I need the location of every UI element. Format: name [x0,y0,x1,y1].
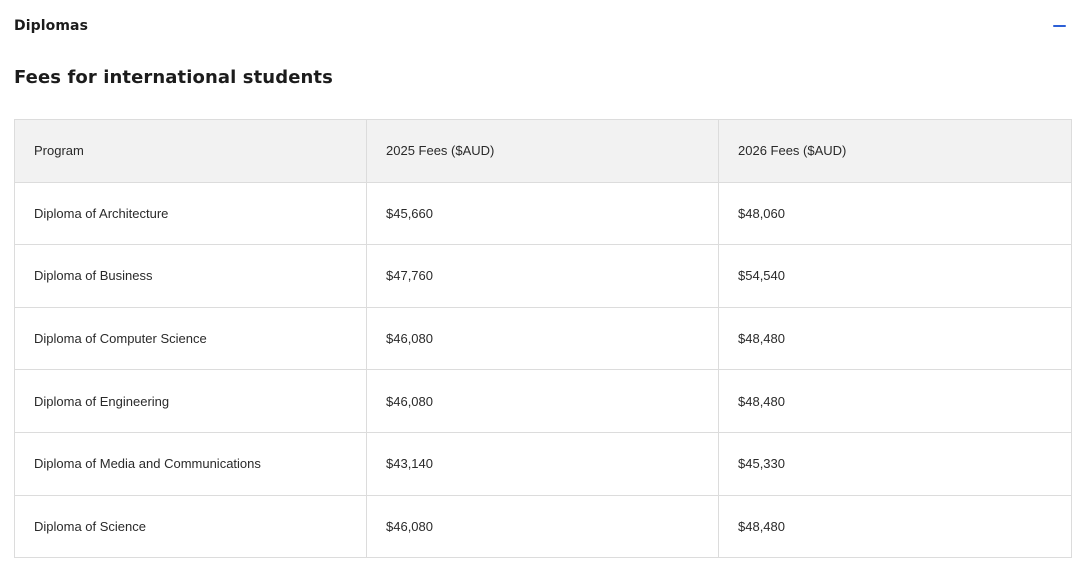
table-header-row: Program 2025 Fees ($AUD) 2026 Fees ($AUD… [14,119,1072,183]
column-header-2026-fees: 2026 Fees ($AUD) [718,119,1072,183]
section-heading: Fees for international students [14,67,333,88]
program-cell: Diploma of Business [14,244,367,308]
column-header-2025-fees: 2025 Fees ($AUD) [366,119,719,183]
fee-2026-cell: $48,480 [718,369,1072,433]
fee-2025-cell: $46,080 [366,306,719,371]
fee-2026-cell: $48,480 [718,494,1072,559]
program-cell: Diploma of Media and Communications [14,431,367,496]
fee-2025-cell: $45,660 [366,181,719,246]
program-cell: Diploma of Architecture [14,181,367,246]
minus-icon[interactable] [1052,19,1066,33]
fees-table: Program 2025 Fees ($AUD) 2026 Fees ($AUD… [14,119,1072,559]
table-row: Diploma of Business $47,760 $54,540 [14,244,1072,308]
fee-2025-cell: $43,140 [366,431,719,496]
table-row: Diploma of Engineering $46,080 $48,480 [14,369,1072,433]
program-cell: Diploma of Computer Science [14,306,367,371]
table-row: Diploma of Architecture $45,660 $48,060 [14,181,1072,246]
fee-2025-cell: $47,760 [366,244,719,308]
accordion-header-diplomas[interactable]: Diplomas [14,0,1066,52]
program-cell: Diploma of Science [14,494,367,559]
table-row: Diploma of Computer Science $46,080 $48,… [14,306,1072,371]
fee-2026-cell: $48,060 [718,181,1072,246]
fee-2025-cell: $46,080 [366,369,719,433]
fee-2026-cell: $45,330 [718,431,1072,496]
table-row: Diploma of Media and Communications $43,… [14,431,1072,496]
column-header-program: Program [14,119,367,183]
program-cell: Diploma of Engineering [14,369,367,433]
table-row: Diploma of Science $46,080 $48,480 [14,494,1072,559]
accordion-title: Diplomas [14,18,89,34]
fee-2026-cell: $54,540 [718,244,1072,308]
fee-2025-cell: $46,080 [366,494,719,559]
fee-2026-cell: $48,480 [718,306,1072,371]
